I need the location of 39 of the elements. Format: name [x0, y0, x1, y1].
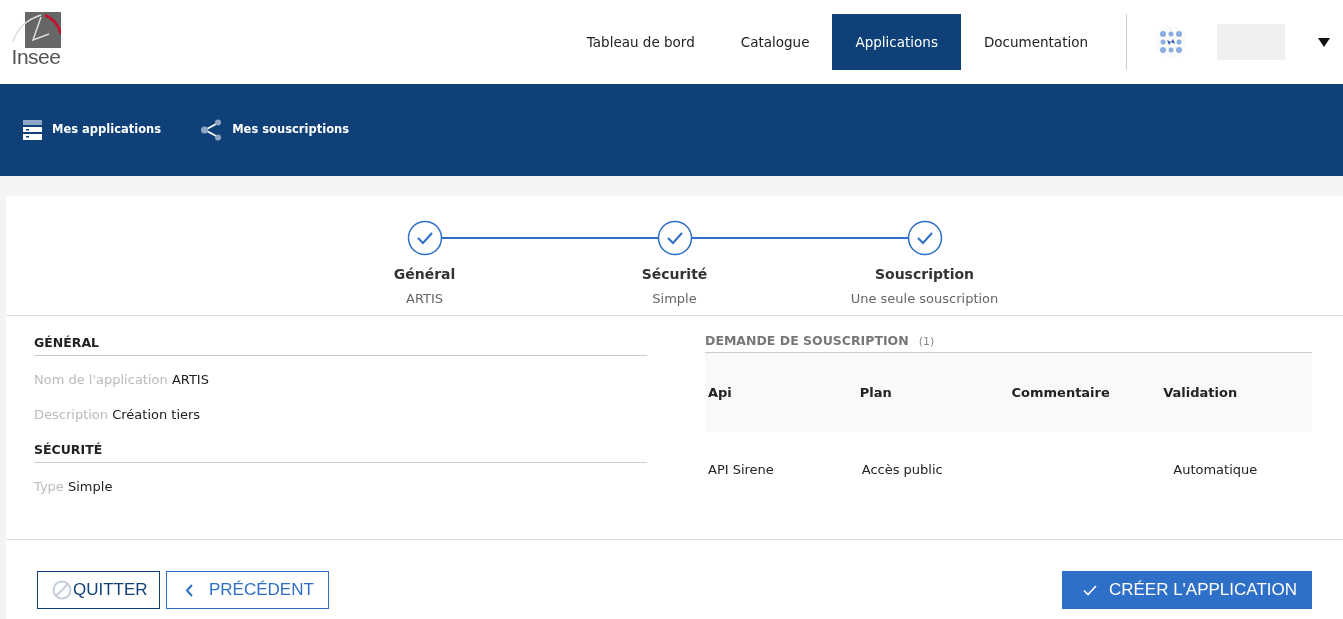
- column-header: Plan: [856, 352, 1009, 433]
- step-title: Sécurité: [641, 265, 708, 284]
- nav-tab[interactable]: Documentation: [960, 14, 1111, 70]
- chevron-left-icon: [185, 583, 193, 597]
- section-title: SÉCURITÉ: [34, 440, 647, 463]
- step-title: Général: [393, 265, 456, 284]
- section-title: GÉNÉRAL: [34, 334, 647, 356]
- back-button[interactable]: PRÉCÉDENT: [166, 571, 329, 609]
- column-header: Api: [705, 352, 857, 433]
- column-header: Commentaire: [1008, 352, 1161, 433]
- table-cell: Accès public: [861, 462, 943, 478]
- nav-tab[interactable]: Tableau de bord: [563, 14, 718, 70]
- step-subtitle: ARTIS: [406, 290, 443, 308]
- subscription-count: (1): [918, 334, 935, 350]
- subnav-link[interactable]: Mes applications: [23, 120, 162, 140]
- share-icon: [201, 119, 223, 141]
- step-subtitle: Une seule souscription: [850, 290, 999, 308]
- step-subtitle: Simple: [652, 290, 697, 308]
- section-title: DEMANDE DE SOUSCRIPTION: [705, 332, 909, 350]
- nav-tab[interactable]: Applications: [832, 14, 961, 70]
- step-title: Souscription: [874, 265, 975, 284]
- insee-logo: Insee: [6, 12, 66, 72]
- field-label: Description: [34, 407, 109, 423]
- field-value: Création tiers: [112, 407, 201, 423]
- cancel-icon: [52, 580, 72, 600]
- field-value: Simple: [68, 478, 113, 494]
- nav-tab[interactable]: Catalogue: [717, 14, 833, 70]
- table-cell: API Sirene: [708, 462, 774, 478]
- check-icon: [1082, 584, 1097, 596]
- field-value: ARTIS: [171, 371, 209, 387]
- field-label: Type: [34, 478, 64, 494]
- server-icon: [23, 120, 42, 140]
- field-label: Nom de l'application: [34, 371, 168, 387]
- column-header: Validation: [1160, 352, 1312, 433]
- quit-button[interactable]: QUITTER: [37, 571, 160, 609]
- table-cell: Automatique: [1173, 462, 1258, 478]
- create-button[interactable]: CRÉER L'APPLICATION: [1061, 571, 1312, 609]
- subnav-link[interactable]: Mes souscriptions: [201, 119, 350, 141]
- dropdown-caret-icon[interactable]: [1318, 37, 1330, 47]
